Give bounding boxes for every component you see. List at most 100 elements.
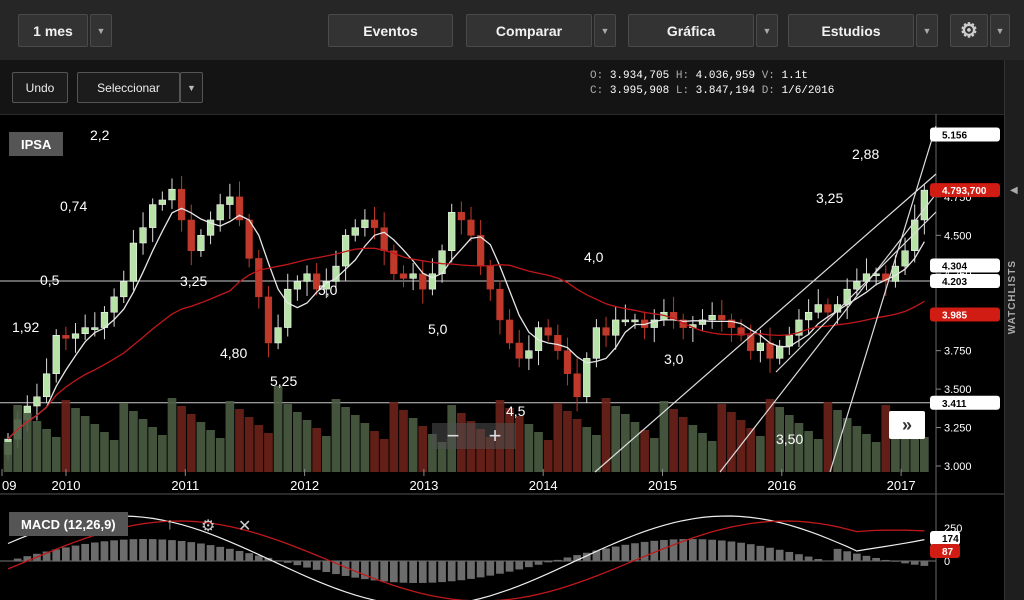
candle [361, 219, 369, 228]
candle [708, 315, 716, 321]
close-icon[interactable]: ✕ [238, 516, 251, 536]
volume-bar [601, 398, 611, 472]
volume-bar [254, 425, 264, 472]
annotation-label: 3,25 [180, 273, 207, 289]
chevron-down-icon[interactable]: ▼ [90, 14, 112, 47]
macd-bar [843, 551, 852, 561]
volume-bar [698, 433, 707, 472]
zoom-in-button[interactable]: + [489, 423, 502, 449]
volume-bar [756, 436, 765, 472]
chart-subtoolbar: Undo Seleccionar ▼ O: 3.934,705 H: 4.036… [0, 60, 1024, 114]
candle [370, 219, 379, 228]
candle [766, 342, 774, 359]
symbol-badge[interactable]: IPSA [9, 132, 64, 156]
macd-bar [245, 553, 254, 561]
jump-to-latest-button[interactable]: » [889, 411, 925, 439]
candle [525, 350, 533, 359]
studies-button[interactable]: Estudios [788, 14, 914, 47]
annotation-label: 3,50 [776, 431, 803, 447]
top-toolbar: 1 mes ▼ Eventos Comparar ▼ Gráfica ▼ Est… [0, 0, 1024, 60]
macd-bar [380, 561, 389, 582]
macd-bar [81, 543, 90, 561]
undo-label: Undo [25, 80, 55, 95]
macd-bar [62, 547, 70, 561]
volume-bar [293, 412, 302, 472]
settings-button[interactable]: ⚙ [950, 14, 988, 47]
macd-bar [418, 561, 427, 583]
events-label: Eventos [363, 22, 418, 39]
chart-area[interactable]: 3.0003.2503.5003.7504.0004.2504.5004.750… [0, 114, 1024, 600]
volume-bar [341, 407, 350, 472]
gear-icon: ⚙ [960, 20, 978, 42]
annotation-label: 2,88 [852, 146, 879, 162]
macd-bar [795, 554, 803, 561]
macd-bar [804, 556, 813, 561]
macd-bar [399, 561, 408, 583]
annotation-label: 3,25 [816, 190, 843, 206]
arrow-up-icon[interactable]: ↑ [166, 516, 174, 534]
trend-line [775, 211, 937, 373]
macd-bar [129, 539, 138, 561]
x-tick-label: 2011 [171, 478, 199, 493]
macd-bar [216, 546, 225, 561]
macd-bar [197, 543, 205, 561]
annotation-label: 5,0 [318, 282, 338, 298]
volume-bar [119, 403, 129, 472]
macd-bar [389, 561, 398, 583]
macd-bar [727, 541, 736, 561]
volume-bar [804, 431, 813, 472]
chevron-down-icon[interactable]: ▼ [990, 14, 1010, 47]
macd-bar [756, 545, 765, 561]
candle [245, 219, 253, 259]
chevron-down-icon[interactable]: ▼ [756, 14, 778, 47]
watchlists-sidebar[interactable]: ◀ WATCHLISTS [1004, 60, 1024, 600]
candle [255, 258, 263, 298]
chevron-left-icon[interactable]: ◀ [1010, 185, 1018, 196]
compare-button[interactable]: Comparar [466, 14, 592, 47]
period-selector[interactable]: 1 mes [18, 14, 88, 47]
candle [71, 333, 80, 339]
select-dropdown[interactable]: Seleccionar [77, 72, 180, 103]
chevron-down-icon[interactable]: ▼ [594, 14, 616, 47]
macd-bar [90, 542, 99, 561]
macd-bar [428, 561, 437, 583]
macd-bar [322, 561, 331, 573]
candle [139, 227, 147, 244]
macd-bar [910, 561, 919, 565]
macd-bar [225, 548, 234, 561]
chevron-down-icon[interactable]: ▼ [916, 14, 938, 47]
volume-bar [32, 421, 42, 472]
candle [756, 342, 765, 351]
macd-bar [148, 539, 157, 561]
macd-bar [872, 557, 880, 561]
chevron-down-icon[interactable]: ▼ [180, 72, 203, 103]
volume-bar [13, 405, 22, 472]
candle [42, 373, 51, 398]
volume-bar [852, 426, 862, 472]
compare-label: Comparar [495, 22, 563, 39]
macd-bar [71, 545, 80, 561]
volume-bar [823, 402, 833, 472]
chart-type-button[interactable]: Gráfica [628, 14, 754, 47]
candle [776, 345, 784, 359]
macd-bar [698, 539, 707, 561]
undo-button[interactable]: Undo [12, 72, 68, 103]
gear-icon[interactable]: ⚙ [201, 516, 215, 536]
volume-bar [100, 432, 109, 472]
chart-canvas[interactable]: 3.0003.2503.5003.7504.0004.2504.5004.750… [0, 114, 1004, 600]
annotation-label: 5,0 [428, 321, 448, 337]
macd-badge[interactable]: MACD (12,26,9) [9, 512, 128, 536]
candle [303, 273, 311, 282]
volume-bar [109, 440, 119, 472]
macd-bar [206, 545, 215, 561]
price-tag-label: 3.985 [942, 311, 967, 322]
candle [496, 288, 504, 321]
volume-bar [736, 420, 746, 472]
candle [477, 235, 485, 267]
x-tick-label: 2015 [648, 478, 677, 493]
candle [486, 265, 494, 290]
events-button[interactable]: Eventos [328, 14, 453, 47]
macd-bar [852, 553, 861, 561]
volume-bar [592, 435, 601, 472]
zoom-out-button[interactable]: − [447, 423, 460, 449]
